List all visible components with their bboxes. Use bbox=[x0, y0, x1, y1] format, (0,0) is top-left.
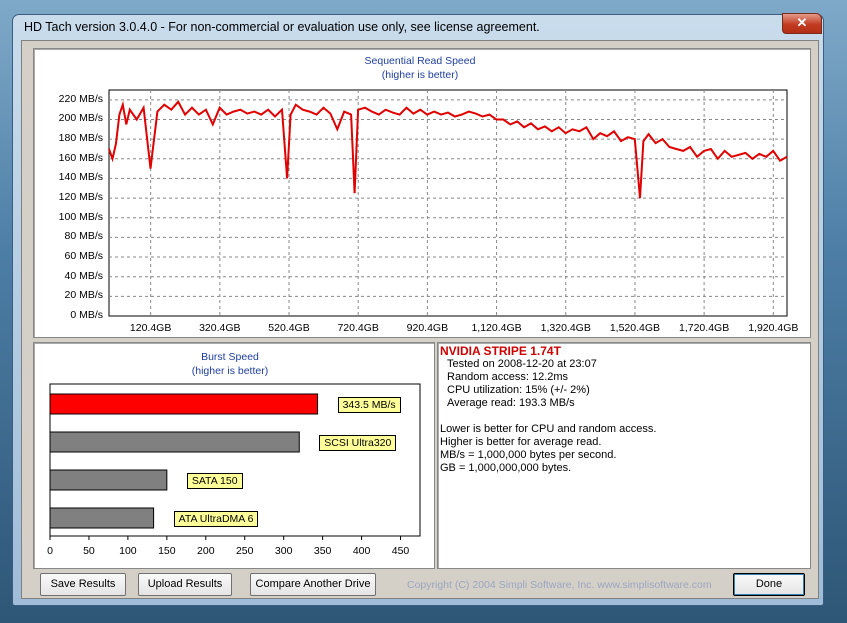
burst-bar bbox=[49, 469, 168, 491]
burst-bar-label: ATA UltraDMA 6 bbox=[173, 511, 259, 527]
upload-results-button[interactable]: Upload Results bbox=[138, 573, 232, 596]
x-tick-label: 320.4GB bbox=[199, 322, 241, 334]
burst-x-tick-label: 100 bbox=[119, 545, 137, 557]
burst-x-tick-label: 400 bbox=[352, 545, 371, 557]
cpu-utilization: CPU utilization: 15% (+/- 2%) bbox=[447, 384, 590, 396]
x-tick-label: 720.4GB bbox=[337, 322, 379, 334]
burst-x-tick-label: 250 bbox=[235, 545, 254, 557]
x-tick-label: 120.4GB bbox=[129, 322, 172, 334]
burst-x-tick-label: 300 bbox=[274, 545, 293, 557]
note-higher-better: Higher is better for average read. bbox=[440, 436, 602, 448]
y-tick-label: 0 MB/s bbox=[70, 309, 103, 321]
burst-x-tick-label: 150 bbox=[158, 545, 176, 557]
save-results-button[interactable]: Save Results bbox=[40, 573, 126, 596]
y-tick-label: 40 MB/s bbox=[64, 269, 103, 282]
y-tick-label: 120 MB/s bbox=[58, 191, 103, 204]
burst-x-tick-label: 350 bbox=[313, 545, 332, 557]
y-tick-label: 200 MB/s bbox=[58, 112, 103, 125]
burst-bar-label: 343.5 MB/s bbox=[337, 397, 401, 413]
y-tick-label: 80 MB/s bbox=[64, 230, 103, 243]
y-tick-label: 140 MB/s bbox=[58, 171, 103, 184]
x-tick-label: 520.4GB bbox=[268, 322, 310, 334]
y-tick-label: 160 MB/s bbox=[58, 151, 103, 164]
burst-chart-title: Burst Speed bbox=[201, 351, 259, 363]
random-access: Random access: 12.2ms bbox=[447, 371, 569, 383]
y-tick-label: 20 MB/s bbox=[64, 289, 103, 302]
burst-chart-subtitle: (higher is better) bbox=[191, 365, 269, 377]
x-tick-label: 1,720.4GB bbox=[679, 322, 730, 334]
x-tick-label: 1,320.4GB bbox=[540, 322, 591, 334]
y-tick-label: 100 MB/s bbox=[58, 210, 103, 223]
tested-date: Tested on 2008-12-20 at 23:07 bbox=[447, 358, 597, 370]
copyright-text: Copyright (C) 2004 Simpli Software, Inc.… bbox=[407, 579, 712, 591]
x-tick-label: 1,520.4GB bbox=[609, 322, 661, 334]
sequential-read-chart bbox=[108, 89, 788, 317]
plot-area bbox=[108, 89, 788, 317]
window-title: HD Tach version 3.0.4.0 - For non-commer… bbox=[24, 20, 540, 34]
burst-x-tick-label: 0 bbox=[47, 545, 53, 557]
burst-x-tick-label: 200 bbox=[197, 545, 215, 557]
note-lower-better: Lower is better for CPU and random acces… bbox=[440, 423, 657, 435]
y-tick-label: 180 MB/s bbox=[58, 132, 103, 145]
y-tick-label: 220 MB/s bbox=[58, 92, 103, 105]
drive-name: NVIDIA STRIPE 1.74T bbox=[440, 344, 561, 358]
close-button[interactable]: ✕ bbox=[782, 13, 822, 34]
burst-x-tick-label: 50 bbox=[83, 545, 95, 557]
note-gb-definition: GB = 1,000,000,000 bytes. bbox=[440, 462, 572, 474]
sequential-chart-title: Sequential Read Speed bbox=[364, 55, 476, 67]
burst-bar bbox=[49, 431, 300, 453]
note-mbs-definition: MB/s = 1,000,000 bytes per second. bbox=[440, 449, 617, 461]
burst-x-tick-label: 450 bbox=[391, 545, 410, 557]
done-button[interactable]: Done bbox=[733, 573, 805, 596]
x-tick-label: 1,920.4GB bbox=[748, 322, 799, 334]
burst-bar-label: SATA 150 bbox=[186, 473, 243, 489]
x-tick-label: 1,120.4GB bbox=[471, 322, 522, 334]
burst-bar-label: SCSI Ultra320 bbox=[319, 435, 397, 451]
sequential-chart-subtitle: (higher is better) bbox=[381, 69, 459, 81]
average-read: Average read: 193.3 MB/s bbox=[447, 397, 575, 409]
burst-bar bbox=[49, 507, 155, 529]
y-tick-label: 60 MB/s bbox=[64, 250, 103, 263]
compare-another-drive-button[interactable]: Compare Another Drive bbox=[250, 573, 376, 596]
x-tick-label: 920.4GB bbox=[406, 322, 449, 334]
burst-bar bbox=[49, 393, 319, 415]
